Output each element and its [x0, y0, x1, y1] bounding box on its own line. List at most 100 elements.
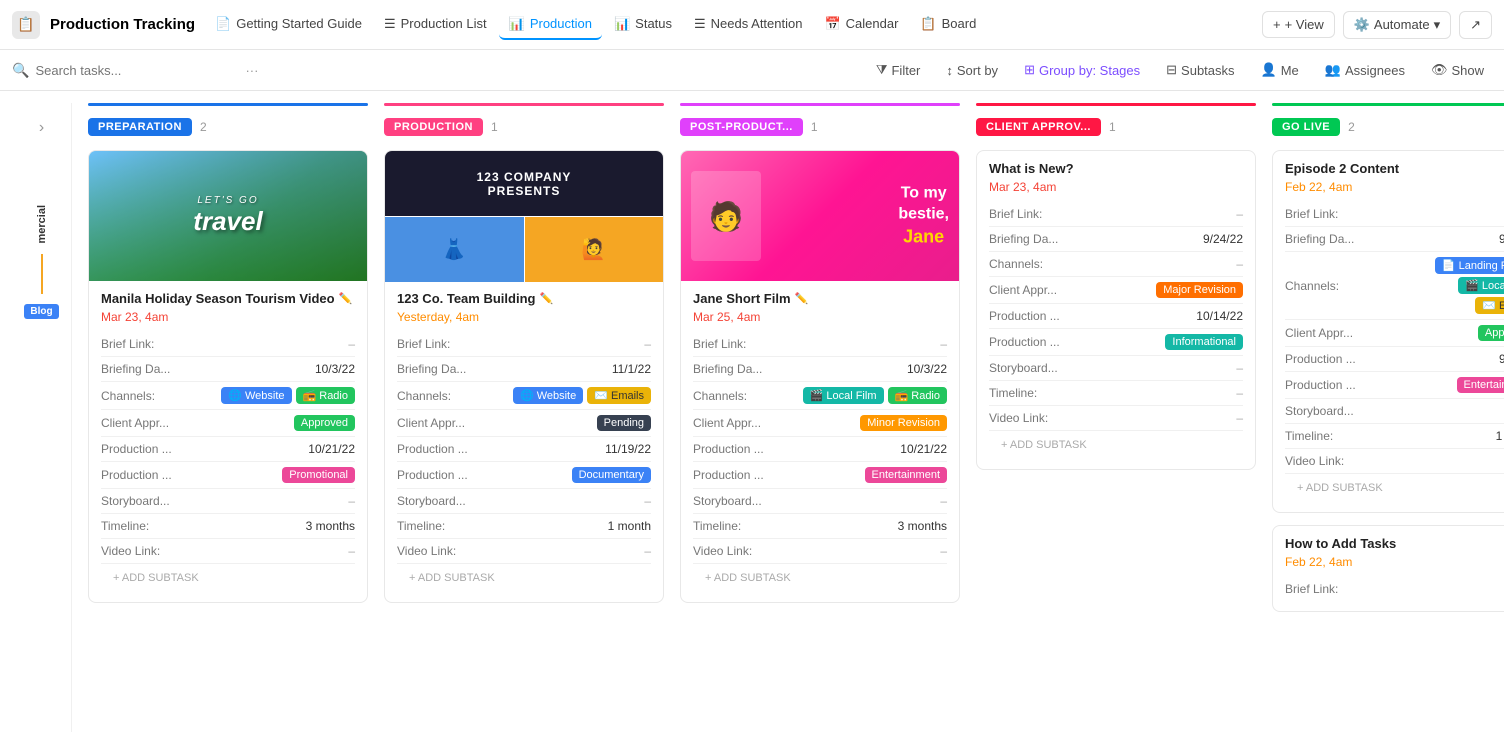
jane-entertainment-tag: Entertainment: [865, 467, 947, 483]
automate-icon: ⚙️: [1354, 17, 1370, 33]
ep2-entertainment-tag: Entertainment: [1457, 377, 1504, 393]
ep2-approved-tag: Approved: [1478, 325, 1504, 341]
company-field-prod-type: Production ... Documentary: [397, 462, 651, 489]
search-wrap: 🔍 ···: [12, 62, 860, 79]
tab-production[interactable]: 📊 Production: [499, 10, 602, 40]
automate-button[interactable]: ⚙️ Automate ▾: [1343, 11, 1451, 39]
ep2-field-client: Client Appr... Approved: [1285, 320, 1504, 347]
card-jane-film: To mybestie,Jane 🧑 Jane Short Film ✏️ Ma…: [680, 150, 960, 603]
app-title: Production Tracking: [50, 16, 195, 33]
card-how-to-add: How to Add Tasks Feb 22, 4am Brief Link:…: [1272, 525, 1504, 612]
company-header-img: 123 COMPANYPRESENTS: [385, 151, 663, 216]
company-img2: 🙋: [525, 217, 664, 282]
jane-field-brief: Brief Link: –: [693, 332, 947, 357]
group-by-button[interactable]: ⊞ Group by: Stages: [1016, 58, 1148, 82]
filter-button[interactable]: ⧩ Filter: [868, 58, 929, 82]
go-live-column: GO LIVE 2 Episode 2 Content Feb 22, 4am …: [1272, 103, 1504, 732]
board-container: › mercial Blog PREPARATION 2 LET'S GO tr…: [0, 91, 1504, 744]
sort-button[interactable]: ↕ Sort by: [938, 59, 1006, 82]
tab-status-icon: 📊: [614, 16, 630, 32]
tab-production-list[interactable]: ☰ Production List: [374, 10, 497, 40]
manila-card-title: Manila Holiday Season Tourism Video ✏️: [101, 291, 355, 306]
jane-add-subtask[interactable]: + ADD SUBTASK: [693, 564, 947, 592]
tab-calendar-icon: 📅: [824, 16, 840, 32]
manila-add-subtask[interactable]: + ADD SUBTASK: [101, 564, 355, 592]
tab-status[interactable]: 📊 Status: [604, 10, 682, 40]
win-field-storyboard: Storyboard... –: [989, 356, 1243, 381]
ep2-field-channels: Channels: 📄 Landing Pages 🎬 Local Film ✉…: [1285, 252, 1504, 320]
expand-sidebar-button[interactable]: ›: [31, 111, 52, 145]
client-approval-column: CLIENT APPROV... 1 What is New? Mar 23, …: [976, 103, 1256, 732]
jane-field-storyboard: Storyboard... –: [693, 489, 947, 514]
win-add-subtask[interactable]: + ADD SUBTASK: [989, 431, 1243, 459]
company-field-client: Client Appr... Pending: [397, 410, 651, 437]
tab-calendar[interactable]: 📅 Calendar: [814, 10, 908, 40]
win-field-briefing: Briefing Da... 9/24/22: [989, 227, 1243, 252]
post-production-badge: POST-PRODUCT...: [680, 118, 803, 136]
jane-radio-tag: 📻 Radio: [888, 387, 948, 404]
win-field-timeline: Timeline: –: [989, 381, 1243, 406]
major-revision-tag: Major Revision: [1156, 282, 1243, 298]
tab-getting-started[interactable]: 📄 Getting Started Guide: [205, 10, 372, 40]
tab-board[interactable]: 📋 Board: [910, 10, 986, 40]
production-count: 1: [491, 120, 498, 134]
app-icon: 📋: [12, 11, 40, 39]
partial-sidebar-label: mercial: [36, 205, 48, 244]
search-input[interactable]: [35, 63, 235, 78]
add-view-button[interactable]: + + View: [1262, 11, 1335, 38]
jane-field-client: Client Appr... Minor Revision: [693, 410, 947, 437]
company-edit-icon[interactable]: ✏️: [539, 292, 553, 305]
tab-production-icon: 📊: [509, 16, 525, 32]
ep2-field-prod-date: Production ... 9/19/22: [1285, 347, 1504, 372]
jane-edit-icon[interactable]: ✏️: [795, 292, 809, 305]
company-field-channels: Channels: 🌐 Website ✉️ Emails: [397, 382, 651, 410]
jane-card-title: Jane Short Film ✏️: [693, 291, 947, 306]
episode2-title: Episode 2 Content: [1285, 161, 1504, 176]
company-field-brief: Brief Link: –: [397, 332, 651, 357]
manila-field-prod-type: Production ... Promotional: [101, 462, 355, 489]
manila-card-body: Manila Holiday Season Tourism Video ✏️ M…: [89, 281, 367, 602]
client-approval-col-header: CLIENT APPROV... 1: [976, 114, 1256, 140]
tab-needs-attention-icon: ☰: [694, 16, 706, 32]
preparation-column: PREPARATION 2 LET'S GO travel Manila Hol…: [88, 103, 368, 732]
manila-date: Mar 23, 4am: [101, 310, 355, 324]
win-field-prod-date: Production ... 10/14/22: [989, 304, 1243, 329]
search-more-icon[interactable]: ···: [245, 63, 258, 78]
local-film-tag: 🎬 Local Film: [803, 387, 884, 404]
company-add-subtask[interactable]: + ADD SUBTASK: [397, 564, 651, 592]
tab-board-icon: 📋: [920, 16, 936, 32]
top-nav: 📋 Production Tracking 📄 Getting Started …: [0, 0, 1504, 50]
website-tag: 🌐 Website: [221, 387, 291, 404]
post-production-column: POST-PRODUCT... 1 To mybestie,Jane 🧑 Jan…: [680, 103, 960, 732]
company-emails-tag: ✉️ Emails: [587, 387, 651, 404]
company-website-tag: 🌐 Website: [513, 387, 583, 404]
approved-tag: Approved: [294, 415, 355, 431]
how-to-add-date: Feb 22, 4am: [1285, 555, 1504, 569]
subtasks-button[interactable]: ⊟ Subtasks: [1158, 58, 1242, 82]
jane-field-timeline: Timeline: 3 months: [693, 514, 947, 539]
win-field-prod-type: Production ... Informational: [989, 329, 1243, 356]
assignees-button[interactable]: 👥 Assignees: [1317, 58, 1413, 82]
company-date: Yesterday, 4am: [397, 310, 651, 324]
win-field-channels: Channels: –: [989, 252, 1243, 277]
assignees-icon: 👥: [1325, 62, 1341, 78]
jane-field-prod-type: Production ... Entertainment: [693, 462, 947, 489]
share-button[interactable]: ↗: [1459, 11, 1492, 39]
post-production-col-header: POST-PRODUCT... 1: [680, 114, 960, 140]
tab-needs-attention[interactable]: ☰ Needs Attention: [684, 10, 812, 40]
me-icon: 👤: [1261, 62, 1277, 78]
how-to-add-title: How to Add Tasks: [1285, 536, 1504, 551]
production-column: PRODUCTION 1 123 COMPANYPRESENTS 👗 🙋 123…: [384, 103, 664, 732]
plus-icon: +: [1273, 17, 1281, 32]
show-button[interactable]: 👁 Show: [1423, 58, 1492, 82]
me-button[interactable]: 👤 Me: [1253, 58, 1307, 82]
manila-field-briefing: Briefing Da... 10/3/22: [101, 357, 355, 382]
ep2-field-briefing: Briefing Da... 9/12/22: [1285, 227, 1504, 252]
edit-icon[interactable]: ✏️: [339, 292, 353, 305]
jane-film-image: To mybestie,Jane 🧑: [681, 151, 959, 281]
company-card-title: 123 Co. Team Building ✏️: [397, 291, 651, 306]
ep2-add-subtask[interactable]: + ADD SUBTASK: [1285, 474, 1504, 502]
tab-getting-started-icon: 📄: [215, 16, 231, 32]
minor-revision-tag: Minor Revision: [860, 415, 947, 431]
company-card-body: 123 Co. Team Building ✏️ Yesterday, 4am …: [385, 281, 663, 602]
